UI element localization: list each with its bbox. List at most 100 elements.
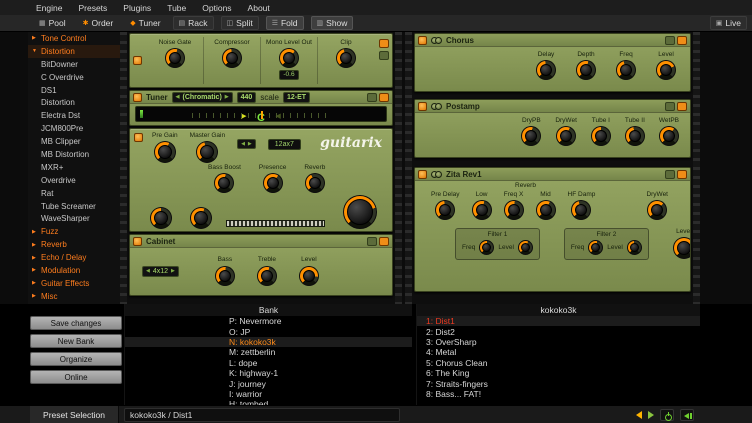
mono-level-out-knob[interactable] bbox=[279, 48, 299, 68]
preset-row[interactable]: 4: Metal bbox=[417, 347, 700, 357]
power-button[interactable] bbox=[133, 93, 142, 102]
clean-dist-knob[interactable] bbox=[150, 207, 172, 229]
zita-drywet-knob[interactable] bbox=[647, 200, 667, 220]
preset-selection-tab[interactable]: Preset Selection bbox=[30, 406, 119, 423]
power-icon[interactable] bbox=[660, 409, 674, 421]
presence-knob[interactable] bbox=[263, 173, 283, 193]
bank-row[interactable]: P: Nevermore bbox=[125, 316, 412, 326]
fold-unit-button[interactable] bbox=[665, 102, 675, 111]
reverb-knob[interactable] bbox=[305, 173, 325, 193]
power-button[interactable] bbox=[134, 133, 143, 142]
preset-row[interactable]: 7: Straits-fingers bbox=[417, 378, 700, 388]
sidebar-category-reverb[interactable]: ▶ Reverb bbox=[28, 238, 120, 251]
master-volume-knob[interactable] bbox=[343, 195, 377, 229]
sidebar-plugin-distortion[interactable]: Distortion bbox=[28, 96, 120, 109]
noise-gate-knob[interactable] bbox=[165, 48, 185, 68]
menu-engine[interactable]: Engine bbox=[36, 3, 62, 13]
monitor-icon[interactable] bbox=[680, 409, 694, 421]
split-button[interactable]: ◫ Split bbox=[221, 16, 259, 30]
power-button[interactable] bbox=[418, 36, 427, 45]
zita-low-knob[interactable] bbox=[472, 200, 492, 220]
preset-row[interactable]: 2: Dist2 bbox=[417, 326, 700, 336]
chorus-freq-knob[interactable] bbox=[616, 60, 636, 80]
sidebar-plugin-overdrive[interactable]: Overdrive bbox=[28, 174, 120, 187]
sidebar-category-guitar-effects[interactable]: ▶ Guitar Effects bbox=[28, 277, 120, 290]
menu-plugins[interactable]: Plugins bbox=[123, 3, 151, 13]
power-button[interactable] bbox=[133, 237, 142, 246]
preset-row[interactable]: 6: The King bbox=[417, 368, 700, 378]
show-button[interactable]: ▥ Show bbox=[311, 16, 354, 30]
menu-tube[interactable]: Tube bbox=[167, 3, 186, 13]
tuner-ref-pitch[interactable]: 440 bbox=[237, 92, 257, 103]
zita-predelay-knob[interactable] bbox=[435, 200, 455, 220]
master-gain-knob[interactable] bbox=[196, 141, 218, 163]
sidebar-category-echo-delay[interactable]: ▶ Echo / Delay bbox=[28, 251, 120, 264]
filter2-freq-knob[interactable] bbox=[588, 240, 603, 255]
remove-unit-button[interactable] bbox=[677, 102, 687, 111]
zita-freqx-knob[interactable] bbox=[504, 200, 524, 220]
tuner-temperament-select[interactable]: 12-ET bbox=[283, 92, 310, 103]
postamp-drywet-knob[interactable] bbox=[556, 126, 576, 146]
remove-unit-button[interactable] bbox=[379, 93, 389, 102]
sidebar-plugin-ds1[interactable]: DS1 bbox=[28, 84, 120, 97]
menu-options[interactable]: Options bbox=[202, 3, 231, 13]
bank-row-selected[interactable]: N: kokoko3k bbox=[125, 337, 412, 347]
menu-presets[interactable]: Presets bbox=[78, 3, 107, 13]
cabinet-model-select[interactable]: ◀ 4x12 ▶ bbox=[142, 266, 179, 277]
fold-unit-button[interactable] bbox=[367, 237, 377, 246]
sidebar-plugin-bitdowner[interactable]: BitDowner bbox=[28, 58, 120, 71]
fold-unit-button[interactable] bbox=[665, 36, 675, 45]
sidebar-plugin-wavesharper[interactable]: WaveSharper bbox=[28, 212, 120, 225]
cab-treble-knob[interactable] bbox=[257, 266, 277, 286]
chorus-delay-knob[interactable] bbox=[536, 60, 556, 80]
sidebar-category-distortion[interactable]: ▼ Distortion bbox=[28, 45, 120, 58]
remove-unit-button[interactable] bbox=[379, 237, 389, 246]
current-preset-field[interactable]: kokoko3k / Dist1 bbox=[124, 408, 400, 422]
bank-row[interactable]: M: zettberlin bbox=[125, 347, 412, 357]
chorus-level-knob[interactable] bbox=[656, 60, 676, 80]
preset-row-selected[interactable]: 1: Dist1 bbox=[417, 316, 700, 326]
remove-unit-button[interactable] bbox=[677, 170, 687, 179]
sidebar-plugin-electra-dst[interactable]: Electra Dst bbox=[28, 109, 120, 122]
tuner-mode-select[interactable]: ◀ (Chromatic) ▶ bbox=[172, 92, 233, 103]
move-left-icon[interactable] bbox=[636, 411, 642, 419]
sidebar-plugin-rat[interactable]: Rat bbox=[28, 187, 120, 200]
organize-button[interactable]: Organize bbox=[30, 352, 122, 366]
power-button[interactable] bbox=[418, 170, 427, 179]
sidebar-plugin-mb-distortion[interactable]: MB Distortion bbox=[28, 148, 120, 161]
new-bank-button[interactable]: New Bank bbox=[30, 334, 122, 348]
chorus-depth-knob[interactable] bbox=[576, 60, 596, 80]
fold-unit-button[interactable] bbox=[665, 170, 675, 179]
online-button[interactable]: Online bbox=[30, 370, 122, 384]
bank-row[interactable]: J: journey bbox=[125, 378, 412, 388]
fold-button[interactable]: ☰ Fold bbox=[266, 16, 304, 30]
sidebar-plugin-tube-screamer[interactable]: Tube Screamer bbox=[28, 200, 120, 213]
live-button[interactable]: ▣ Live bbox=[710, 16, 747, 30]
save-changes-button[interactable]: Save changes bbox=[30, 316, 122, 330]
bank-row[interactable]: I: warrior bbox=[125, 389, 412, 399]
remove-unit-button[interactable] bbox=[379, 39, 389, 48]
filter1-level-knob[interactable] bbox=[518, 240, 533, 255]
preset-row[interactable]: 5: Chorus Clean bbox=[417, 358, 700, 368]
bass-boost-knob[interactable] bbox=[214, 173, 234, 193]
clip-knob[interactable] bbox=[336, 48, 356, 68]
sidebar-plugin-mb-clipper[interactable]: MB Clipper bbox=[28, 135, 120, 148]
order-button[interactable]: ✱ Order bbox=[78, 17, 119, 29]
filter2-level-knob[interactable] bbox=[627, 240, 642, 255]
preset-row[interactable]: 8: Bass... FAT! bbox=[417, 389, 700, 399]
fold-unit-button[interactable] bbox=[379, 51, 389, 60]
tuner-toggle-button[interactable]: ◆ Tuner bbox=[125, 17, 165, 29]
zita-level-knob[interactable] bbox=[673, 237, 691, 259]
sidebar-category-tone-control[interactable]: ▶ Tone Control bbox=[28, 32, 120, 45]
fold-unit-button[interactable] bbox=[367, 93, 377, 102]
power-button[interactable] bbox=[418, 102, 427, 111]
sidebar-category-modulation[interactable]: ▶ Modulation bbox=[28, 264, 120, 277]
bank-row[interactable]: L: dope bbox=[125, 358, 412, 368]
cab-level-knob[interactable] bbox=[299, 266, 319, 286]
power-button[interactable] bbox=[133, 56, 142, 65]
menu-about[interactable]: About bbox=[248, 3, 270, 13]
sidebar-category-fuzz[interactable]: ▶ Fuzz bbox=[28, 225, 120, 238]
drive-knob[interactable] bbox=[190, 207, 212, 229]
sidebar-plugin-jcm800pre[interactable]: JCM800Pre bbox=[28, 122, 120, 135]
zita-mid-knob[interactable] bbox=[536, 200, 556, 220]
